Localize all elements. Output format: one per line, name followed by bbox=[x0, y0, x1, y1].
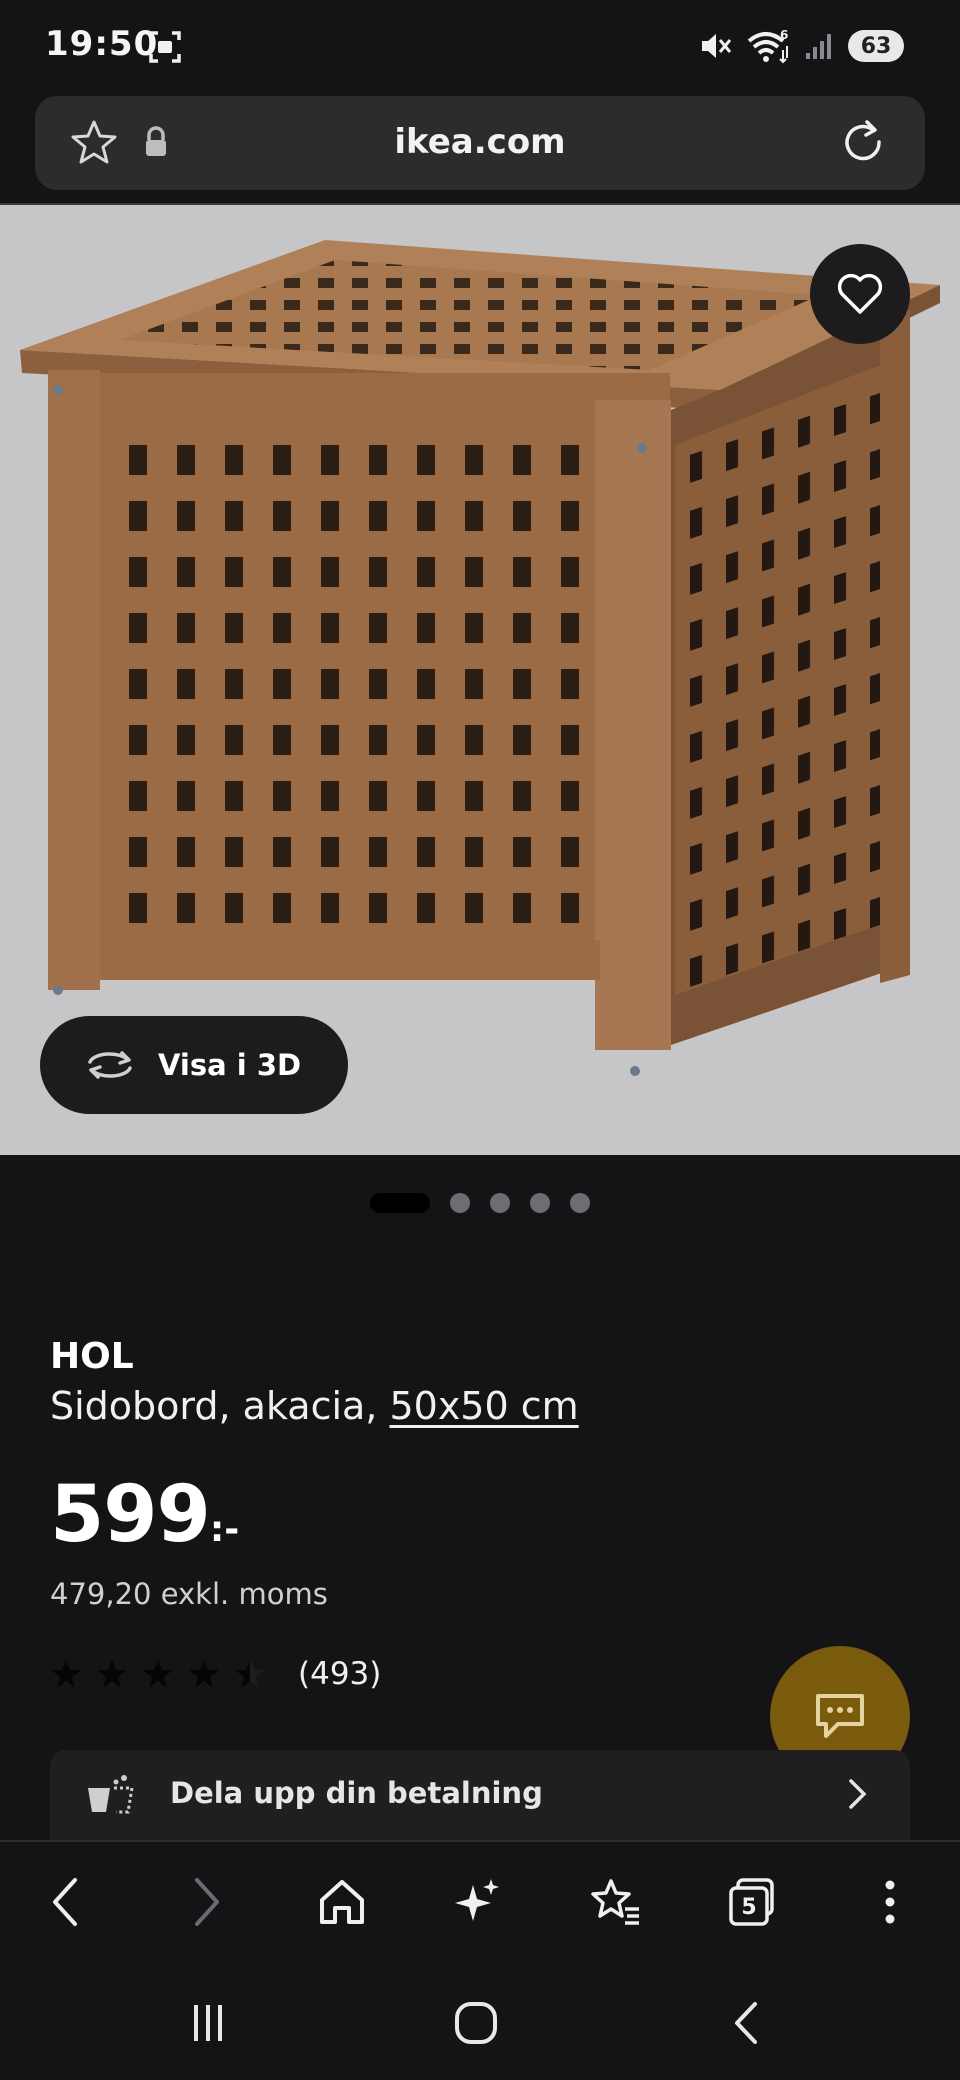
price-excl-vat: 479,20 exkl. moms bbox=[50, 1577, 328, 1611]
product-name: HOL bbox=[50, 1336, 134, 1377]
carousel-dot[interactable] bbox=[490, 1193, 510, 1213]
rating-count[interactable]: (493) bbox=[298, 1656, 381, 1692]
product-image[interactable] bbox=[0, 203, 960, 1155]
svg-text:6: 6 bbox=[780, 28, 788, 42]
more-icon[interactable] bbox=[860, 1872, 920, 1932]
rating[interactable]: (493) bbox=[50, 1656, 381, 1692]
carousel-dot[interactable] bbox=[450, 1193, 470, 1213]
image-carousel-dots[interactable] bbox=[0, 1193, 960, 1213]
browser-toolbar: 5 bbox=[0, 1840, 960, 1962]
forward-icon[interactable] bbox=[176, 1872, 236, 1932]
recents-icon[interactable] bbox=[178, 1998, 238, 2048]
view-3d-label: Visa i 3D bbox=[158, 1048, 302, 1082]
wifi-icon: 6 bbox=[747, 28, 788, 64]
chat-icon bbox=[816, 1694, 864, 1738]
status-icons: 6 63 bbox=[698, 28, 904, 64]
price-value: 599 bbox=[50, 1470, 211, 1560]
home-circle-icon[interactable] bbox=[446, 1998, 506, 2048]
system-back-icon[interactable] bbox=[716, 1998, 776, 2048]
price-suffix: :- bbox=[209, 1509, 240, 1550]
price: 599:- bbox=[50, 1470, 239, 1560]
status-time: 19:50 bbox=[45, 24, 159, 64]
product-description: Sidobord, akacia, 50x50 cm bbox=[50, 1384, 579, 1428]
installment-label: Dela upp din betalning bbox=[170, 1776, 543, 1810]
product-size-link[interactable]: 50x50 cm bbox=[389, 1384, 578, 1428]
carousel-dot[interactable] bbox=[370, 1193, 430, 1213]
split-payment-icon bbox=[84, 1772, 136, 1820]
installment-card[interactable]: Dela upp din betalning bbox=[50, 1750, 910, 1840]
status-bar: 19:50 6 63 bbox=[0, 0, 960, 92]
side-table-illustration bbox=[20, 240, 940, 1076]
product-description-text: Sidobord, akacia, bbox=[50, 1384, 390, 1428]
tabs-icon[interactable]: 5 bbox=[722, 1872, 782, 1932]
url-text[interactable]: ikea.com bbox=[35, 122, 925, 162]
system-navigation-bar bbox=[0, 1962, 960, 2080]
carousel-dot[interactable] bbox=[530, 1193, 550, 1213]
star-icon bbox=[51, 1660, 81, 1688]
carousel-dot[interactable] bbox=[570, 1193, 590, 1213]
chevron-right-icon bbox=[846, 1776, 870, 1816]
star-icon bbox=[189, 1660, 219, 1688]
back-icon[interactable] bbox=[36, 1872, 96, 1932]
address-bar[interactable]: ikea.com bbox=[35, 96, 925, 190]
reload-icon[interactable] bbox=[837, 116, 891, 174]
favorite-button[interactable] bbox=[810, 244, 910, 344]
mute-vibrate-icon bbox=[702, 34, 732, 58]
bookmark-star-icon[interactable] bbox=[586, 1872, 646, 1932]
screenshot-indicator-icon bbox=[148, 30, 182, 68]
star-icon bbox=[143, 1660, 173, 1688]
heart-icon bbox=[837, 273, 883, 314]
view-3d-button[interactable]: Visa i 3D bbox=[40, 1016, 348, 1114]
half-star-icon bbox=[235, 1660, 265, 1688]
signal-icon bbox=[806, 34, 831, 59]
home-icon[interactable] bbox=[312, 1872, 372, 1932]
svg-text:5: 5 bbox=[741, 1895, 756, 1920]
battery-indicator: 63 bbox=[848, 30, 904, 62]
star-icon bbox=[97, 1660, 127, 1688]
rotate-3d-icon bbox=[88, 1051, 132, 1079]
sparkle-icon[interactable] bbox=[448, 1872, 508, 1932]
